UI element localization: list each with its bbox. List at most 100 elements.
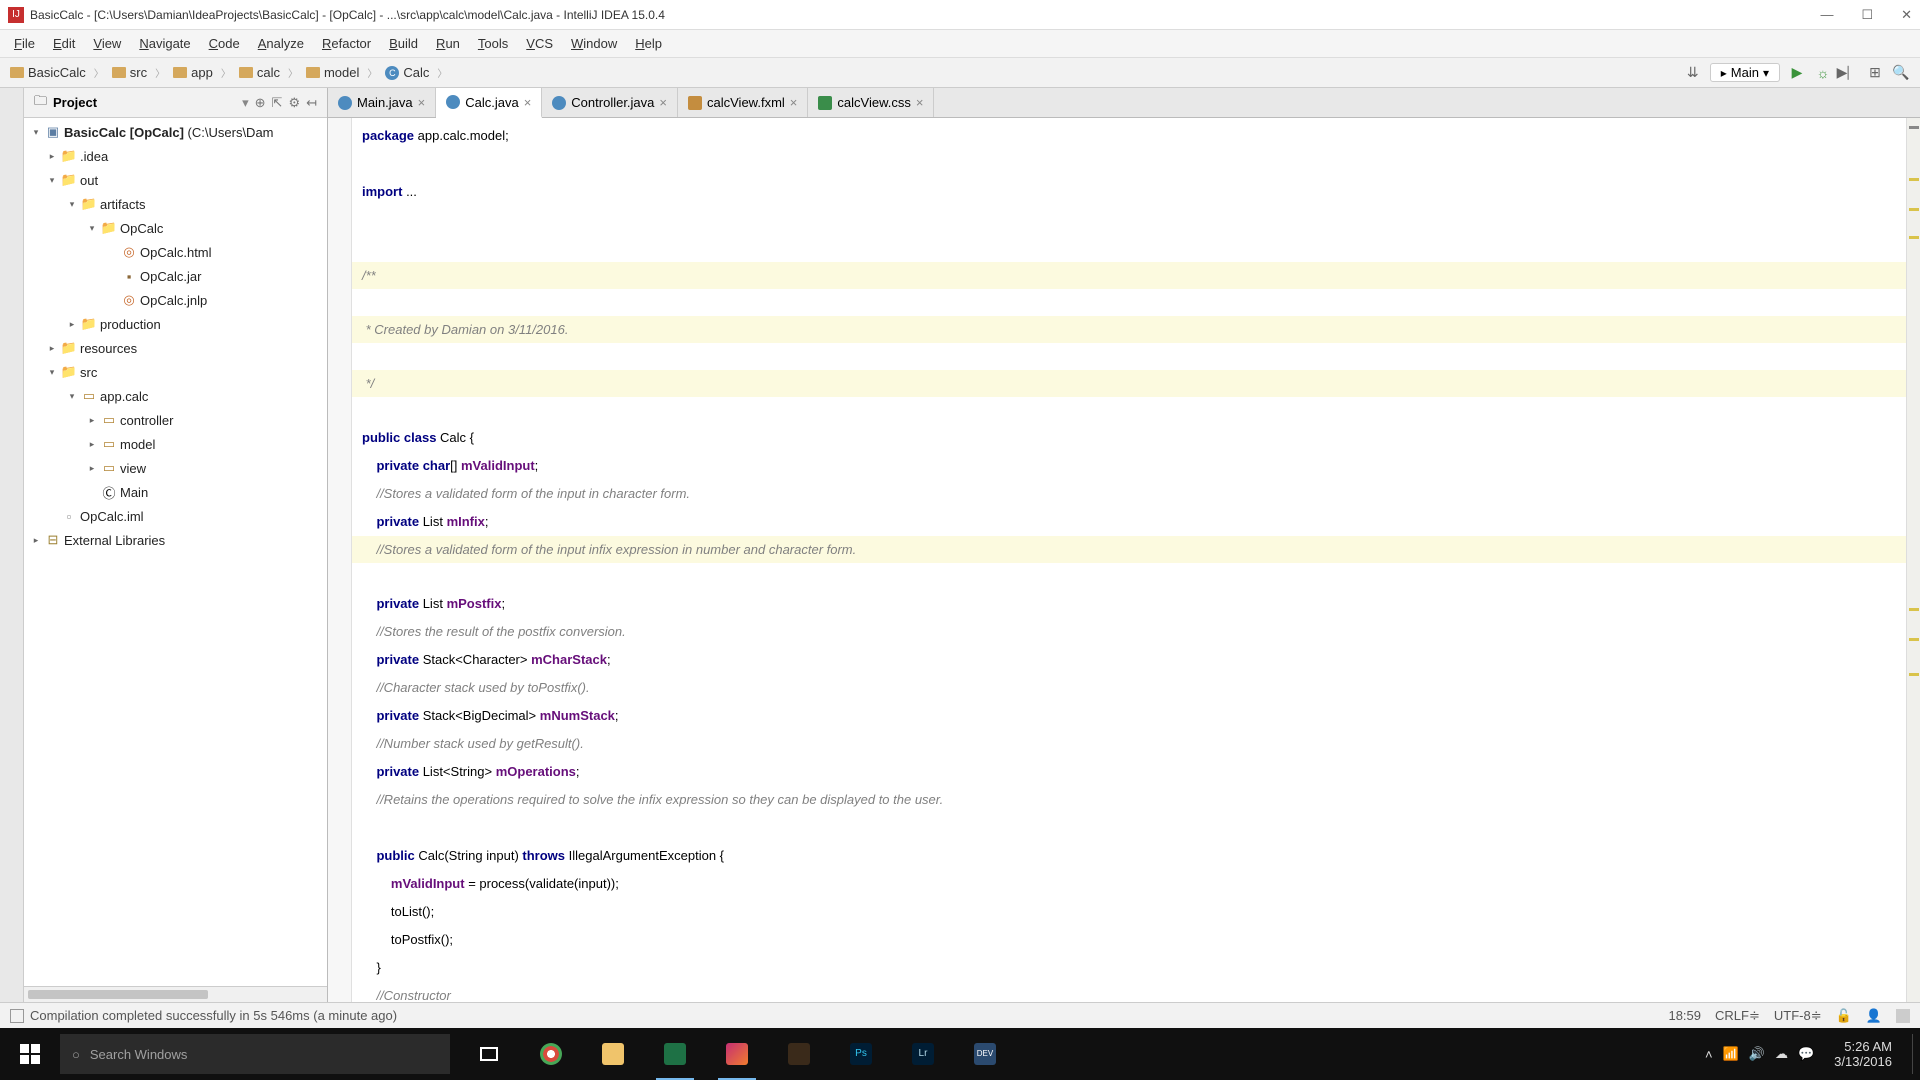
tab-calcview-css[interactable]: calcView.css× <box>808 88 934 117</box>
tree-item[interactable]: ▫OpCalc.iml <box>24 504 327 528</box>
editor-gutter <box>328 118 352 1002</box>
tree-item[interactable]: ▸▭view <box>24 456 327 480</box>
memory-indicator[interactable] <box>1896 1009 1910 1023</box>
menu-item-refactor[interactable]: Refactor <box>314 34 379 53</box>
locate-icon[interactable]: ⊕ <box>255 95 266 111</box>
menu-item-window[interactable]: Window <box>563 34 625 53</box>
tree-item[interactable]: ▸▭controller <box>24 408 327 432</box>
file-icon <box>552 96 566 110</box>
menu-item-help[interactable]: Help <box>627 34 670 53</box>
intellij-icon[interactable] <box>706 1028 768 1080</box>
tab-calc-java[interactable]: Calc.java× <box>436 88 542 118</box>
menu-item-tools[interactable]: Tools <box>470 34 516 53</box>
status-position[interactable]: 18:59 <box>1668 1008 1701 1023</box>
close-button[interactable]: ✕ <box>1901 7 1912 23</box>
tree-item[interactable]: ◎OpCalc.jnlp <box>24 288 327 312</box>
chrome-icon[interactable] <box>520 1028 582 1080</box>
onedrive-icon[interactable]: ☁ <box>1775 1046 1788 1062</box>
breadcrumb-separator: 〉 <box>367 65 377 80</box>
explorer-icon[interactable] <box>582 1028 644 1080</box>
collapse-icon[interactable]: ⇱ <box>272 95 283 111</box>
tree-item[interactable]: ▾📁out <box>24 168 327 192</box>
status-icon <box>10 1009 24 1023</box>
start-button[interactable] <box>0 1028 60 1080</box>
clock[interactable]: 5:26 AM 3/13/2016 <box>1824 1039 1902 1069</box>
close-icon[interactable]: × <box>659 95 667 110</box>
tree-item[interactable]: ▸📁resources <box>24 336 327 360</box>
menubar: FileEditViewNavigateCodeAnalyzeRefactorB… <box>0 30 1920 58</box>
lightroom-icon[interactable]: Lr <box>892 1028 954 1080</box>
tab-calcview-fxml[interactable]: calcView.fxml× <box>678 88 808 117</box>
scroll-from-source-icon[interactable]: ⇊ <box>1684 64 1702 82</box>
task-view-icon[interactable] <box>458 1028 520 1080</box>
coverage-icon[interactable]: ▶⎸ <box>1840 64 1858 82</box>
hide-icon[interactable]: ↤ <box>306 95 317 111</box>
run-icon[interactable]: ▶ <box>1788 64 1806 82</box>
notification-icon[interactable]: 💬 <box>1798 1046 1814 1062</box>
tree-item[interactable]: ▾📁src <box>24 360 327 384</box>
gear-icon[interactable]: ⚙ <box>288 95 300 111</box>
tree-item[interactable]: ⒸMain <box>24 480 327 504</box>
close-icon[interactable]: × <box>790 95 798 110</box>
search-input[interactable]: ○ Search Windows <box>60 1034 450 1074</box>
run-config-selector[interactable]: ▸ Main ▾ <box>1710 63 1780 82</box>
tree-item[interactable]: ▸📁production <box>24 312 327 336</box>
close-icon[interactable]: × <box>418 95 426 110</box>
terminal-icon[interactable] <box>768 1028 830 1080</box>
tree-item[interactable]: ▸📁.idea <box>24 144 327 168</box>
tab-controller-java[interactable]: Controller.java× <box>542 88 678 117</box>
h-scrollbar[interactable] <box>24 986 327 1002</box>
excel-icon[interactable] <box>644 1028 706 1080</box>
tree-item[interactable]: ▸⊟External Libraries <box>24 528 327 552</box>
menu-item-file[interactable]: File <box>6 34 43 53</box>
close-icon[interactable]: × <box>916 95 924 110</box>
minimize-button[interactable]: — <box>1820 7 1833 23</box>
lock-icon[interactable]: 🔓 <box>1836 1008 1852 1024</box>
menu-item-build[interactable]: Build <box>381 34 426 53</box>
debug-icon[interactable]: ☼ <box>1814 64 1832 82</box>
tree-item[interactable]: ▾▭app.calc <box>24 384 327 408</box>
app-icon: IJ <box>8 7 24 23</box>
breadcrumb-app[interactable]: app <box>167 63 219 82</box>
breadcrumb-calc[interactable]: CCalc <box>379 63 435 82</box>
marker-strip[interactable] <box>1906 118 1920 1002</box>
tree-item[interactable]: ▾📁OpCalc <box>24 216 327 240</box>
breadcrumb-src[interactable]: src <box>106 63 153 82</box>
status-encoding[interactable]: UTF-8≑ <box>1774 1008 1822 1024</box>
tree-item[interactable]: ▪OpCalc.jar <box>24 264 327 288</box>
volume-icon[interactable]: 🔊 <box>1749 1046 1765 1062</box>
menu-item-edit[interactable]: Edit <box>45 34 83 53</box>
menu-item-code[interactable]: Code <box>201 34 248 53</box>
hector-icon[interactable]: 👤 <box>1866 1008 1882 1024</box>
panel-header: 🗀 Project ▾ ⊕ ⇱ ⚙ ↤ <box>24 88 327 118</box>
menu-item-run[interactable]: Run <box>428 34 468 53</box>
tab-main-java[interactable]: Main.java× <box>328 88 436 117</box>
tree-item[interactable]: ▾📁artifacts <box>24 192 327 216</box>
breadcrumb-model[interactable]: model <box>300 63 365 82</box>
code-editor[interactable]: package app.calc.model; import ... /** *… <box>328 118 1920 1002</box>
menu-item-navigate[interactable]: Navigate <box>131 34 198 53</box>
menu-item-analyze[interactable]: Analyze <box>250 34 312 53</box>
panel-gutter[interactable] <box>0 88 24 1002</box>
devcpp-icon[interactable]: DEV <box>954 1028 1016 1080</box>
tray-expand-icon[interactable]: ˄ <box>1705 1047 1713 1062</box>
tree-item[interactable]: ◎OpCalc.html <box>24 240 327 264</box>
wifi-icon[interactable]: 📶 <box>1723 1046 1739 1062</box>
dropdown-icon[interactable]: ▾ <box>242 95 249 111</box>
photoshop-icon[interactable]: Ps <box>830 1028 892 1080</box>
project-structure-icon[interactable]: ⊞ <box>1866 64 1884 82</box>
search-everywhere-icon[interactable]: 🔍 <box>1892 64 1910 82</box>
breadcrumb-separator: 〉 <box>437 65 447 80</box>
show-desktop-button[interactable] <box>1912 1034 1918 1074</box>
menu-item-vcs[interactable]: VCS <box>518 34 561 53</box>
breadcrumb-separator: 〉 <box>155 65 165 80</box>
close-icon[interactable]: × <box>524 95 532 110</box>
status-eol[interactable]: CRLF≑ <box>1715 1008 1760 1024</box>
breadcrumb-calc[interactable]: calc <box>233 63 286 82</box>
file-icon <box>818 96 832 110</box>
menu-item-view[interactable]: View <box>85 34 129 53</box>
tree-item[interactable]: ▸▭model <box>24 432 327 456</box>
maximize-button[interactable]: ☐ <box>1861 7 1873 23</box>
breadcrumb-basiccalc[interactable]: BasicCalc <box>4 63 92 82</box>
tree-item[interactable]: ▾▣BasicCalc [OpCalc] (C:\Users\Dam <box>24 120 327 144</box>
